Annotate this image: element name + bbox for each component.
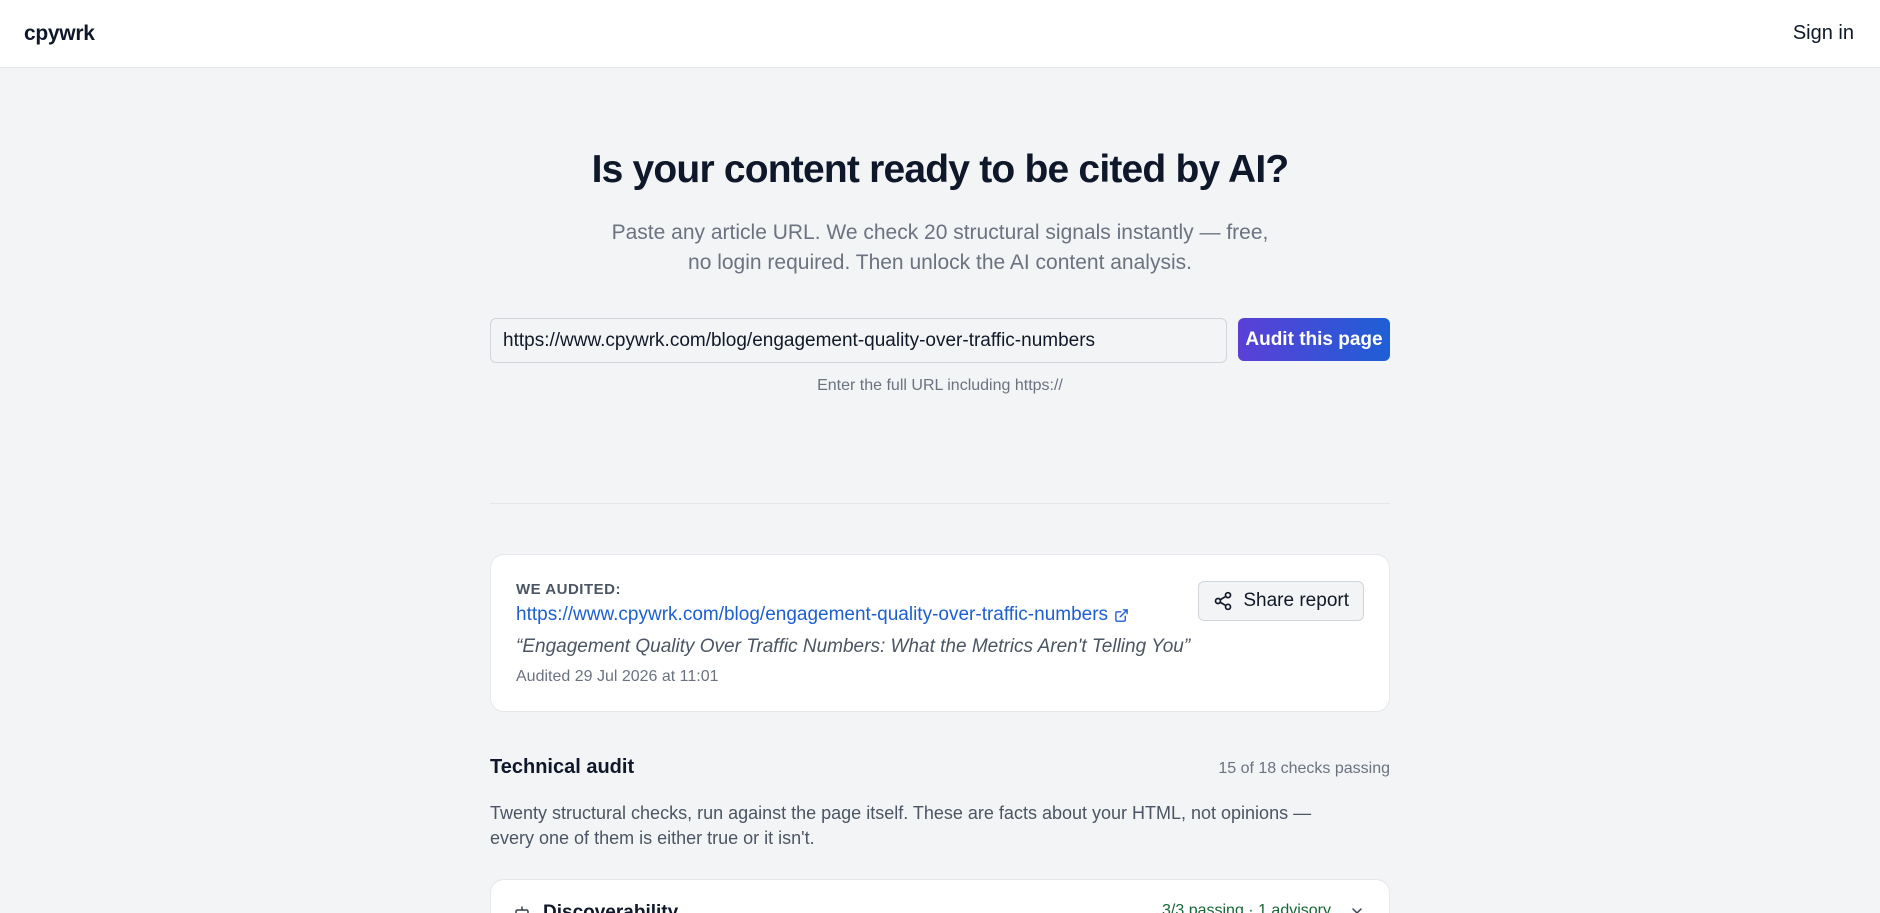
audit-timestamp: Audited 29 Jul 2026 at 11:01 (516, 668, 719, 685)
technical-audit-description: Twenty structural checks, run against th… (490, 803, 1312, 848)
technical-audit-title: Technical audit (490, 756, 635, 778)
checks-summary: 15 of 18 checks passing (1218, 760, 1390, 777)
hero: Is your content ready to be cited by AI?… (0, 68, 1880, 278)
article-title: “Engagement Quality Over Traffic Numbers… (516, 636, 1191, 657)
section-name: Discoverability (543, 902, 679, 913)
url-input[interactable] (490, 318, 1227, 363)
chevron-down-icon[interactable] (1349, 903, 1365, 913)
page-title: Is your content ready to be cited by AI? (591, 148, 1290, 191)
audited-url-link[interactable]: https://www.cpywrk.com/blog/engagement-q… (516, 604, 1129, 626)
top-bar: cpywrk Sign in (0, 0, 1880, 68)
robot-icon (515, 906, 529, 913)
technical-audit-header: Technical audit 15 of 18 checks passing (490, 756, 1390, 779)
external-link-icon (1115, 608, 1128, 622)
audited-card: WE AUDITED: https://www.cpywrk.com/blog/… (490, 554, 1390, 712)
technical-audit: Technical audit 15 of 18 checks passing … (490, 756, 1390, 913)
sign-in-link[interactable]: Sign in (1793, 22, 1856, 45)
hero-subtitle: Paste any article URL. We check 20 struc… (611, 221, 1269, 274)
divider (490, 503, 1390, 504)
main-content: Is your content ready to be cited by AI?… (0, 68, 1880, 913)
url-hint: Enter the full URL including https:// (817, 377, 1063, 394)
share-report-button[interactable]: Share report (1198, 581, 1364, 621)
section-heading: Discoverability (513, 902, 678, 913)
audited-url-text: https://www.cpywrk.com/blog/engagement-q… (516, 604, 1109, 625)
share-icon (1215, 591, 1232, 611)
section-meta: 3/3 passing · 1 advisory (1162, 902, 1365, 913)
audit-form: Audit this page (490, 318, 1390, 363)
audit-button[interactable]: Audit this page (1238, 318, 1390, 361)
share-report-label: Share report (1243, 590, 1349, 611)
section-discoverability[interactable]: Discoverability 3/3 passing · 1 advisory (490, 879, 1390, 913)
logo[interactable]: cpywrk (24, 22, 95, 46)
section-status: 3/3 passing · 1 advisory (1162, 902, 1331, 913)
